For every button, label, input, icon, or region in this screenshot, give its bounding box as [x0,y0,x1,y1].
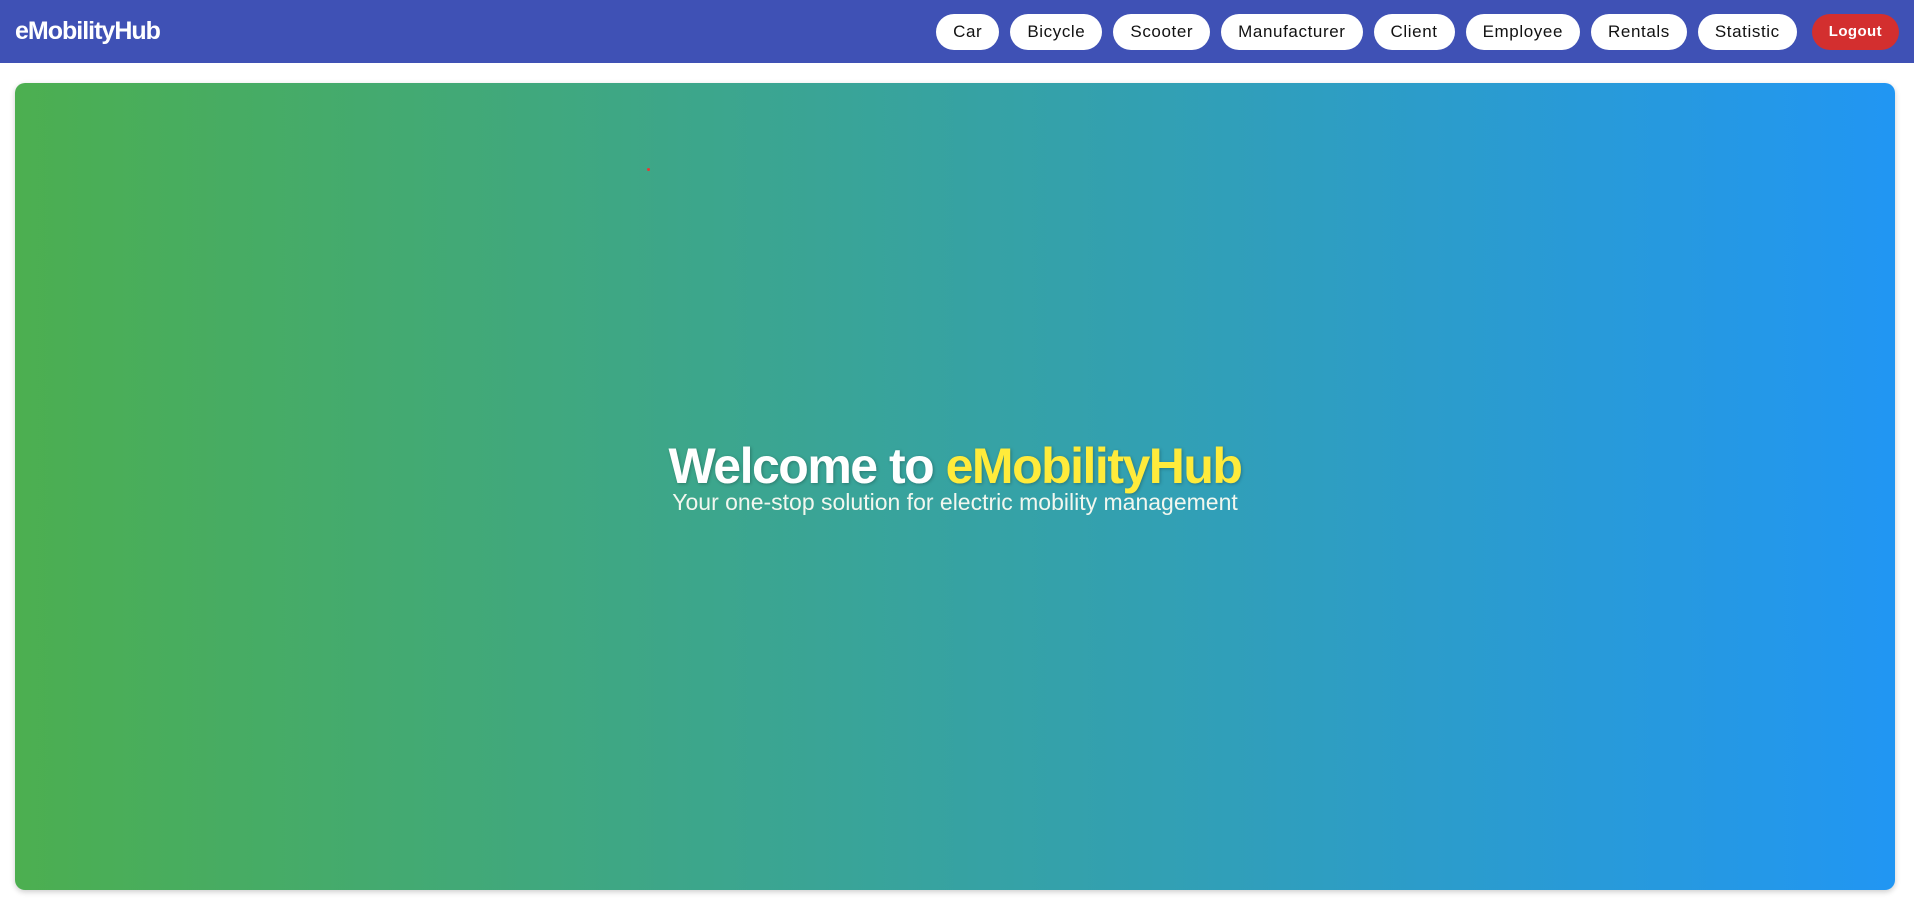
nav-employee-button[interactable]: Employee [1465,13,1581,50]
nav-car-button[interactable]: Car [936,13,1000,50]
hero-title-prefix: Welcome to [668,438,946,494]
nav-links: Car Bicycle Scooter Manufacturer Client … [936,13,1899,50]
hero-subtitle: Your one-stop solution for electric mobi… [672,489,1238,515]
hero-content: Welcome to eMobilityHub Your one-stop so… [15,438,1895,516]
nav-manufacturer-button[interactable]: Manufacturer [1221,13,1363,50]
brand-logo[interactable]: eMobilityHub [15,17,161,46]
nav-client-button[interactable]: Client [1373,13,1455,50]
nav-statistic-button[interactable]: Statistic [1697,13,1797,50]
hero-title: Welcome to eMobilityHub [15,438,1895,494]
nav-scooter-button[interactable]: Scooter [1113,13,1211,50]
logout-button[interactable]: Logout [1811,13,1899,50]
marker-dot [647,168,650,171]
hero-banner: Welcome to eMobilityHub Your one-stop so… [15,83,1895,890]
top-navbar: eMobilityHub Car Bicycle Scooter Manufac… [0,0,1914,63]
nav-bicycle-button[interactable]: Bicycle [1010,13,1103,50]
hero-title-brand: eMobilityHub [945,438,1243,494]
nav-rentals-button[interactable]: Rentals [1591,13,1687,50]
